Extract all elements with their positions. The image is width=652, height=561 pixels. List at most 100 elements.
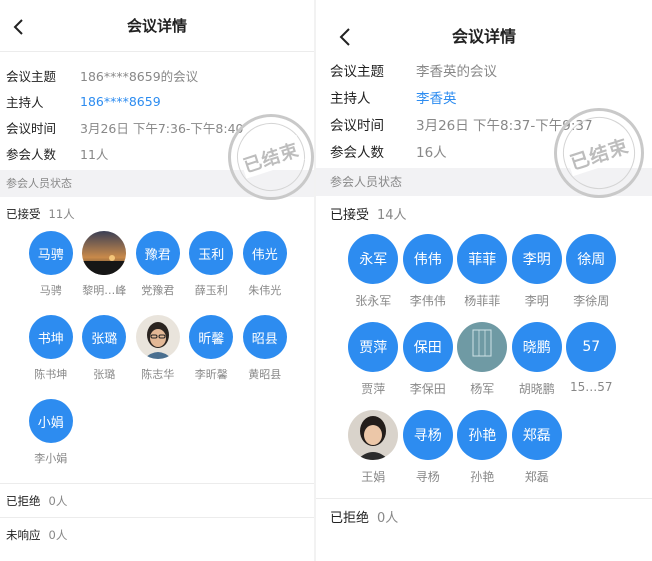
avatar: 李明 [511, 234, 562, 284]
participant-name: 李昕馨 [194, 368, 228, 381]
participant[interactable]: 伟光 朱伟光 [238, 231, 292, 315]
participant[interactable]: 张璐 张璐 [78, 315, 132, 399]
page-title: 会议详情 [126, 17, 187, 35]
participant[interactable]: 玉利 薛玉利 [185, 231, 239, 315]
avatar: 伟光 [242, 231, 287, 275]
participant-name: 陈志华 [141, 368, 175, 381]
participant-name: 张璐 [93, 368, 116, 381]
avatar: 贾萍 [348, 322, 399, 372]
participant[interactable]: 马骋 马骋 [24, 231, 78, 315]
participant-name: 朱伟光 [248, 284, 282, 297]
stamp-ring: 已结束 [228, 114, 314, 200]
avatar: 小娟 [28, 399, 73, 443]
participant[interactable]: 昕馨 李昕馨 [185, 315, 239, 399]
avatar: 郑磊 [511, 410, 562, 460]
avatar [348, 410, 399, 460]
participant-name: 李小娟 [34, 452, 68, 465]
participant[interactable]: 伟伟 李伟伟 [401, 234, 456, 322]
info-row-host: 主持人 李香英 [330, 83, 652, 110]
avatar: 昕馨 [189, 315, 234, 359]
participant[interactable]: 徐周 李徐周 [564, 234, 619, 322]
avatar: 昭县 [242, 315, 287, 359]
participant[interactable]: 王娟 [346, 410, 401, 498]
participant-grid: 永军 张永军 伟伟 李伟伟 菲菲 杨菲菲 李明 李明 徐周 李徐周 贾萍 贾萍 保田 李保田 杨军 晓鹏 胡晓鹏… [316, 234, 652, 498]
participant[interactable]: 保田 李保田 [401, 322, 456, 410]
avatar: 孙艳 [457, 410, 508, 460]
stamp-ring: 已结束 [553, 107, 645, 199]
participant[interactable]: 杨军 [455, 322, 510, 410]
participant-name: 党豫君 [141, 284, 175, 297]
info-label: 主持人 [330, 90, 371, 107]
info-row-topic: 会议主题 186****8659的会议 [6, 62, 314, 88]
avatar: 永军 [348, 234, 399, 284]
participant[interactable]: 郑磊 郑磊 [510, 410, 565, 498]
participant[interactable]: 书坤 陈书坤 [24, 315, 78, 399]
info-label: 参会人数 [6, 146, 57, 162]
avatar [457, 322, 508, 372]
meeting-time: 3月26日 下午7:36-下午8:40 [80, 120, 244, 136]
participant[interactable]: 豫君 党豫君 [131, 231, 185, 315]
meeting-info: 会议主题 李香英的会议 主持人 李香英 会议时间 3月26日 下午8:37-下午… [316, 56, 652, 199]
participant[interactable]: 永军 张永军 [346, 234, 401, 322]
participant[interactable]: 陈志华 [131, 315, 185, 399]
participant-name: 李伟伟 [409, 294, 446, 308]
info-row-topic: 会议主题 李香英的会议 [330, 56, 652, 83]
participant-name: 马骋 [39, 284, 62, 297]
participant-name: 薛玉利 [194, 284, 228, 297]
avatar: 伟伟 [402, 234, 453, 284]
avatar: 徐周 [566, 234, 617, 284]
host-link[interactable]: 李香英 [416, 87, 457, 107]
avatar: 马骋 [28, 231, 73, 275]
participant[interactable]: 孙艳 孙艳 [455, 410, 510, 498]
host-link[interactable]: 186****8659 [80, 94, 161, 109]
participant[interactable]: 李明 李明 [510, 234, 565, 322]
rejected-row: 已拒绝 0人 [0, 483, 314, 517]
avatar: 书坤 [28, 315, 73, 359]
nav-bar: 会议详情 [316, 0, 652, 58]
avatar: 57 [566, 322, 617, 372]
accepted-row: 已接受 14人 [316, 196, 652, 234]
status-label: 已接受 [6, 207, 41, 221]
participant-name: 贾萍 [361, 382, 386, 396]
participant[interactable]: 黎明…峰 [78, 231, 132, 315]
avatar: 玉利 [189, 231, 234, 275]
participant-name: 杨菲菲 [464, 294, 501, 308]
participant-name: 胡晓鹏 [518, 382, 555, 396]
avatar: 寻杨 [402, 410, 453, 460]
status-count: 0人 [377, 511, 399, 526]
participant-name: 寻杨 [415, 470, 440, 484]
status-count: 11人 [48, 207, 75, 221]
participant-name: 杨军 [470, 382, 495, 396]
info-label: 会议时间 [6, 120, 57, 136]
no-response-row: 未响应 0人 [0, 517, 314, 551]
status-count: 14人 [377, 208, 407, 223]
meeting-topic: 186****8659的会议 [80, 68, 199, 84]
participant-name: 李明 [524, 294, 549, 308]
participant-name: 李徐周 [573, 294, 610, 308]
nav-bar: 会议详情 [0, 0, 314, 52]
participant-name: 15…57 [569, 380, 613, 394]
stamp-text: 已结束 [237, 135, 305, 179]
participant[interactable]: 菲菲 杨菲菲 [455, 234, 510, 322]
participant[interactable]: 贾萍 贾萍 [346, 322, 401, 410]
participant[interactable]: 晓鹏 胡晓鹏 [510, 322, 565, 410]
status-count: 0人 [48, 528, 68, 542]
participant-name: 孙艳 [470, 470, 495, 484]
meeting-topic: 李香英的会议 [416, 63, 497, 80]
status-label: 已拒绝 [6, 494, 41, 508]
participant[interactable]: 寻杨 寻杨 [401, 410, 456, 498]
avatar: 豫君 [135, 231, 180, 275]
attendee-count: 16人 [416, 144, 447, 161]
participant[interactable]: 小娟 李小娟 [24, 399, 78, 483]
rejected-row: 已拒绝 0人 [316, 498, 652, 536]
participant[interactable]: 昭县 黄昭县 [238, 315, 292, 399]
meeting-detail-panel-left: 会议详情 会议主题 186****8659的会议 主持人 186****8659… [0, 0, 314, 561]
participant-name: 李保田 [409, 382, 446, 396]
info-row-host: 主持人 186****8659 [6, 88, 314, 114]
attendee-count: 11人 [80, 146, 109, 162]
avatar [135, 315, 180, 359]
participant[interactable]: 57 15…57 [564, 322, 619, 410]
participant-grid: 马骋 马骋 黎明…峰 豫君 党豫君 玉利 薛玉利 伟光 朱伟光 书坤 陈书坤 张璐 张璐 陈志华 昕馨 李昕馨… [0, 231, 300, 483]
info-label: 参会人数 [330, 144, 384, 161]
info-label: 主持人 [6, 94, 44, 110]
